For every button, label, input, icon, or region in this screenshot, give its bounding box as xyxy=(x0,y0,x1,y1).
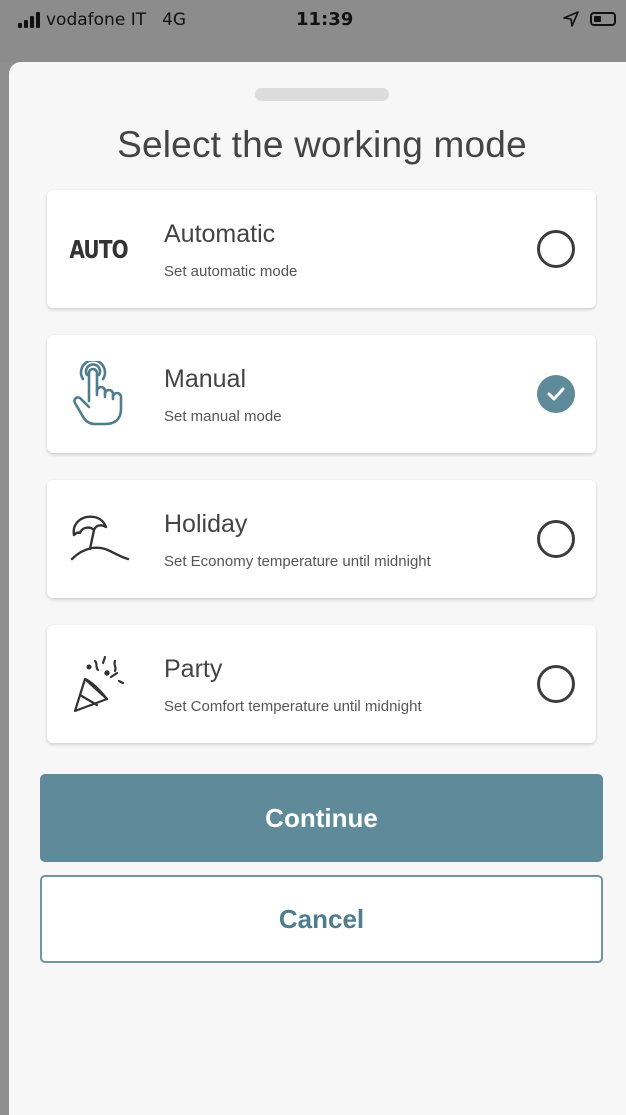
continue-button[interactable]: Continue xyxy=(40,774,603,862)
hand-tap-icon xyxy=(61,359,137,429)
carrier-info: vodafone IT 4G xyxy=(18,10,186,30)
mode-option-holiday[interactable]: Holiday Set Economy temperature until mi… xyxy=(47,480,596,598)
mode-title: Manual xyxy=(164,365,246,393)
status-right xyxy=(562,10,616,28)
mode-option-automatic[interactable]: AUTO Automatic Set automatic mode xyxy=(47,190,596,308)
mode-description: Set Economy temperature until midnight xyxy=(164,553,431,570)
check-icon xyxy=(547,387,565,401)
sheet-title: Select the working mode xyxy=(117,124,527,165)
clock: 11:39 xyxy=(296,9,354,30)
mode-title: Holiday xyxy=(164,510,248,538)
mode-selection-sheet: Select the working mode AUTO Automatic S… xyxy=(9,62,626,1115)
auto-icon-text: AUTO xyxy=(69,234,129,264)
mode-title: Automatic xyxy=(164,220,276,248)
network-type: 4G xyxy=(162,10,187,30)
mode-option-party[interactable]: Party Set Comfort temperature until midn… xyxy=(47,625,596,743)
mode-option-manual[interactable]: Manual Set manual mode xyxy=(47,335,596,453)
radio-manual[interactable] xyxy=(537,375,575,413)
cancel-button[interactable]: Cancel xyxy=(40,875,603,963)
status-bar: vodafone IT 4G 11:39 xyxy=(0,0,626,62)
auto-text-icon: AUTO xyxy=(61,214,137,284)
mode-description: Set Comfort temperature until midnight xyxy=(164,698,422,715)
beach-umbrella-icon xyxy=(61,504,137,574)
mode-description: Set manual mode xyxy=(164,408,282,425)
location-arrow-icon xyxy=(563,11,579,27)
radio-holiday[interactable] xyxy=(537,520,575,558)
mode-description: Set automatic mode xyxy=(164,263,298,280)
mode-title: Party xyxy=(164,655,223,683)
battery-icon xyxy=(590,12,616,26)
party-popper-icon xyxy=(61,649,137,719)
drag-handle[interactable] xyxy=(255,88,389,101)
radio-party[interactable] xyxy=(537,665,575,703)
carrier-name: vodafone IT xyxy=(46,10,147,30)
radio-automatic[interactable] xyxy=(537,230,575,268)
signal-strength-icon xyxy=(18,12,40,28)
